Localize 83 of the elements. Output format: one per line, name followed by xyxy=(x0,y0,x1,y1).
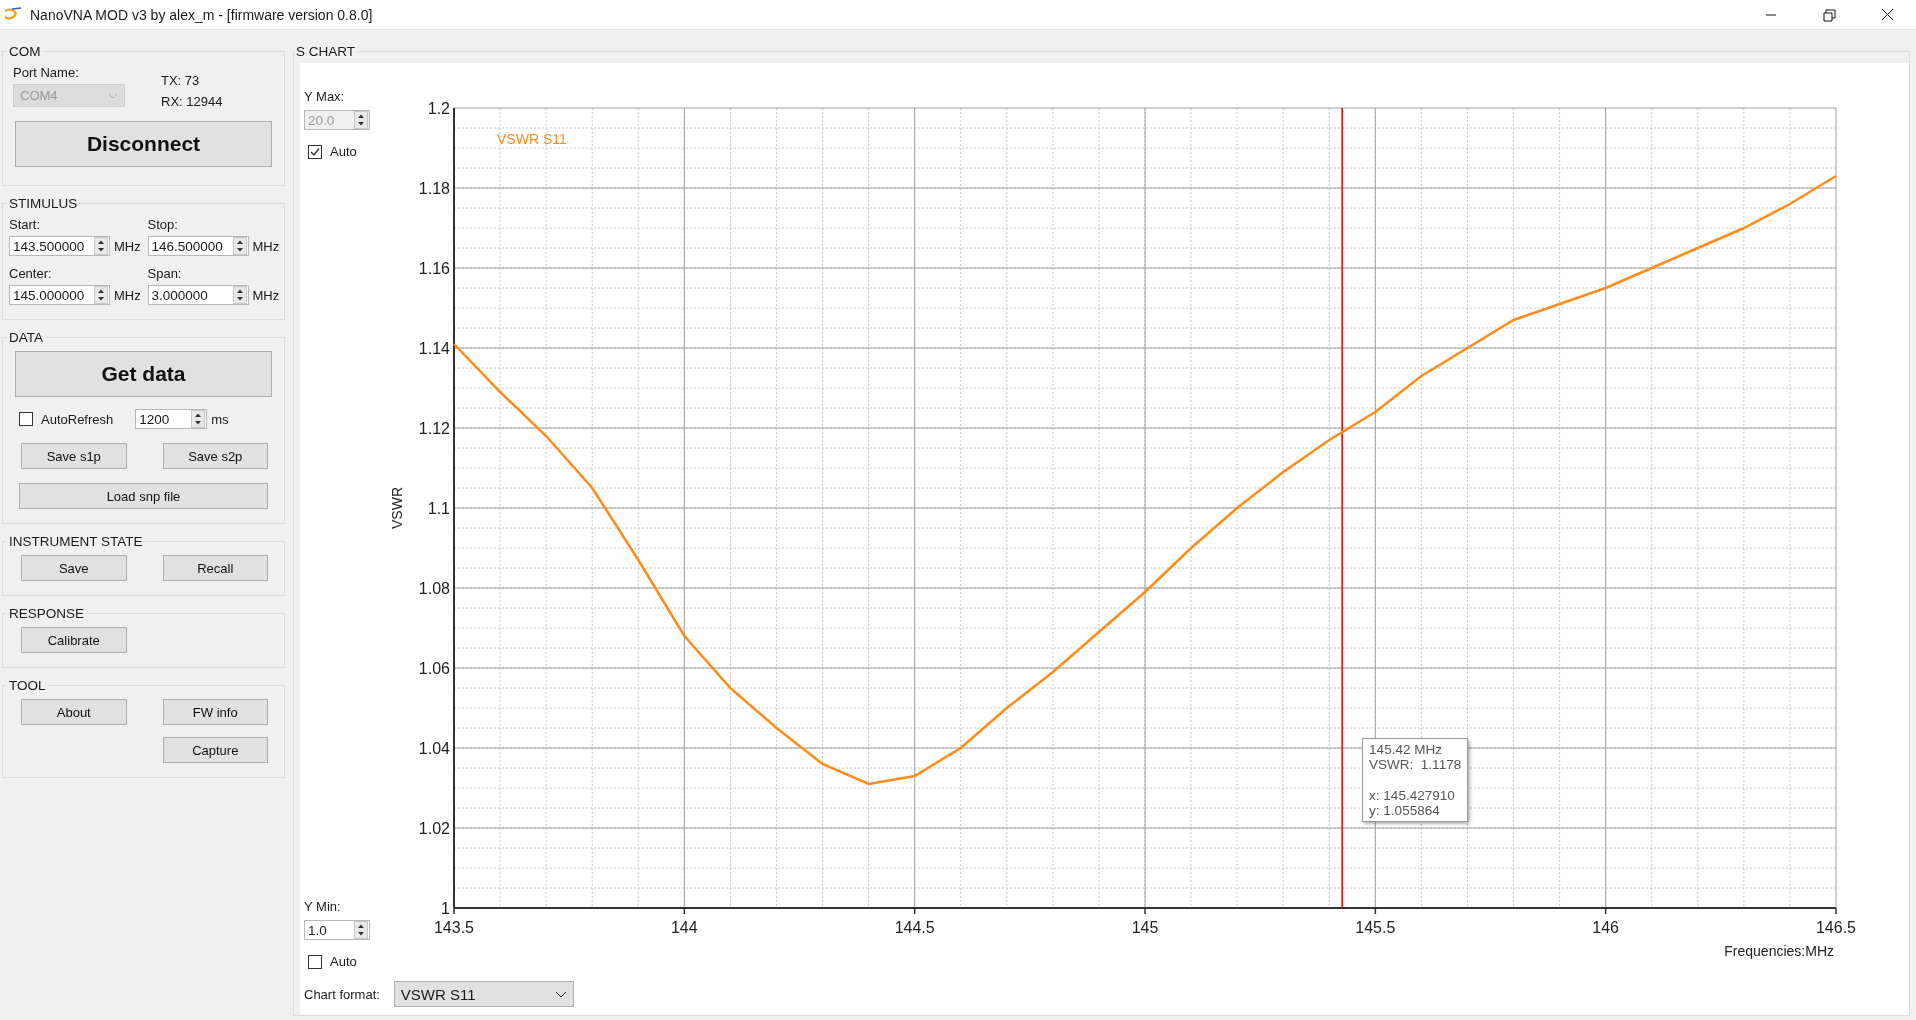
field-label: Center: xyxy=(9,266,53,281)
legend-label: VSWR S11 xyxy=(497,131,567,147)
number-field[interactable]: 145.000000 xyxy=(9,285,110,305)
button[interactable]: Capture xyxy=(162,737,268,763)
spinner-arrows-icon xyxy=(94,286,108,304)
field-label: Y Max: xyxy=(304,89,346,104)
axis-tick-label: 1.14 xyxy=(418,340,450,357)
window-title: NanoVNA MOD v3 by alex_m - [firmware version 0.8.0] xyxy=(30,6,373,23)
axis-tick-label: 1.08 xyxy=(418,580,450,597)
chevron-down-icon xyxy=(554,990,567,998)
axis-tick-label: 1.18 xyxy=(418,180,450,197)
axis-tick-label: 1.04 xyxy=(418,740,450,757)
button[interactable]: Save s2p xyxy=(162,443,268,469)
spinner-arrows-icon xyxy=(354,111,368,129)
tooltip-text: VSWR: 1.1178 xyxy=(1369,757,1462,772)
chart-format-dropdown[interactable]: VSWR S11 xyxy=(393,981,574,1007)
axis-tick-label: 1.16 xyxy=(418,260,450,277)
number-field[interactable]: 146.500000 xyxy=(147,236,249,256)
spinner-arrows-icon xyxy=(354,921,368,939)
axis-tick-label: 146.5 xyxy=(1816,919,1856,936)
field-label: Start: xyxy=(9,217,42,232)
tx-counter: TX: 73 xyxy=(161,73,201,88)
group-title: S CHART xyxy=(295,44,356,59)
button[interactable]: Calibrate xyxy=(21,627,127,653)
number-field[interactable]: 1.0 xyxy=(304,920,370,940)
tooltip-text: 145.42 MHz xyxy=(1369,742,1443,757)
axis-tick-label: 1.02 xyxy=(418,820,450,837)
number-field[interactable]: 3.000000 xyxy=(147,285,249,305)
group-title: INSTRUMENT STATE xyxy=(8,534,144,549)
field-label: Span: xyxy=(147,266,183,281)
unit-label: MHz xyxy=(114,238,141,254)
chevron-down-icon xyxy=(108,92,118,99)
axis-title: Frequencies:MHz xyxy=(1724,943,1834,959)
unit-label: MHz xyxy=(114,287,141,303)
button[interactable]: Disconnect xyxy=(15,121,272,167)
group-title: RESPONSE xyxy=(8,606,86,621)
spinner-arrows-icon xyxy=(191,410,206,428)
axis-tick-label: 1.06 xyxy=(418,660,450,677)
rx-counter: RX: 12944 xyxy=(161,94,223,109)
button[interactable]: Save xyxy=(21,555,127,581)
axis-tick-label: 143.5 xyxy=(434,919,474,936)
group-title: STIMULUS xyxy=(8,196,79,211)
field-label: Stop: xyxy=(147,217,179,232)
button[interactable]: Load snp file xyxy=(19,483,268,509)
axis-tick-label: 145.5 xyxy=(1355,919,1396,936)
axis-tick-label: 146 xyxy=(1592,919,1619,936)
number-field[interactable]: 1200 xyxy=(135,409,208,429)
button[interactable]: Recall xyxy=(162,555,268,581)
number-field[interactable]: 143.500000 xyxy=(9,236,110,256)
app-icon xyxy=(4,6,22,23)
tooltip-text: x: 145.427910 xyxy=(1369,788,1456,803)
checkbox[interactable] xyxy=(19,412,33,426)
axis-tick-label: 1.12 xyxy=(418,420,450,437)
spinner-arrows-icon xyxy=(232,286,247,304)
group-title: DATA xyxy=(8,330,44,345)
axis-tick-label: 144 xyxy=(671,919,698,936)
axis-tick-label: 145 xyxy=(1131,919,1159,936)
unit-label: MHz xyxy=(252,238,280,254)
button[interactable]: Get data xyxy=(15,351,272,397)
axis-tick-label: 1 xyxy=(441,900,450,917)
checkbox-label: Auto xyxy=(330,954,357,969)
checkbox-label: Auto xyxy=(330,144,357,159)
checkbox-label: AutoRefresh xyxy=(41,411,114,427)
spinner-arrows-icon xyxy=(232,237,247,255)
axis-title: VSWR xyxy=(389,487,405,529)
tooltip-text: y: 1.055864 xyxy=(1369,803,1441,818)
checkbox[interactable] xyxy=(308,954,322,969)
close-icon[interactable] xyxy=(1879,6,1895,23)
button[interactable]: About xyxy=(21,699,127,725)
axis-tick-label: 1.1 xyxy=(427,500,450,517)
button[interactable]: Save s1p xyxy=(21,443,127,469)
group-title: COM xyxy=(8,44,42,59)
field-label: Y Min: xyxy=(304,899,342,914)
axis-tick-label: 144.5 xyxy=(894,919,935,936)
field-label: Port Name: xyxy=(13,65,80,80)
group-title: TOOL xyxy=(8,678,47,693)
unit-label: MHz xyxy=(252,287,280,303)
unit-label: ms xyxy=(211,411,229,427)
button[interactable]: FW info xyxy=(162,699,268,725)
axis-tick-label: 1.2 xyxy=(427,100,450,117)
restore-icon[interactable] xyxy=(1821,6,1837,23)
field-label: Chart format: xyxy=(304,986,380,1002)
spinner-arrows-icon xyxy=(94,237,108,255)
